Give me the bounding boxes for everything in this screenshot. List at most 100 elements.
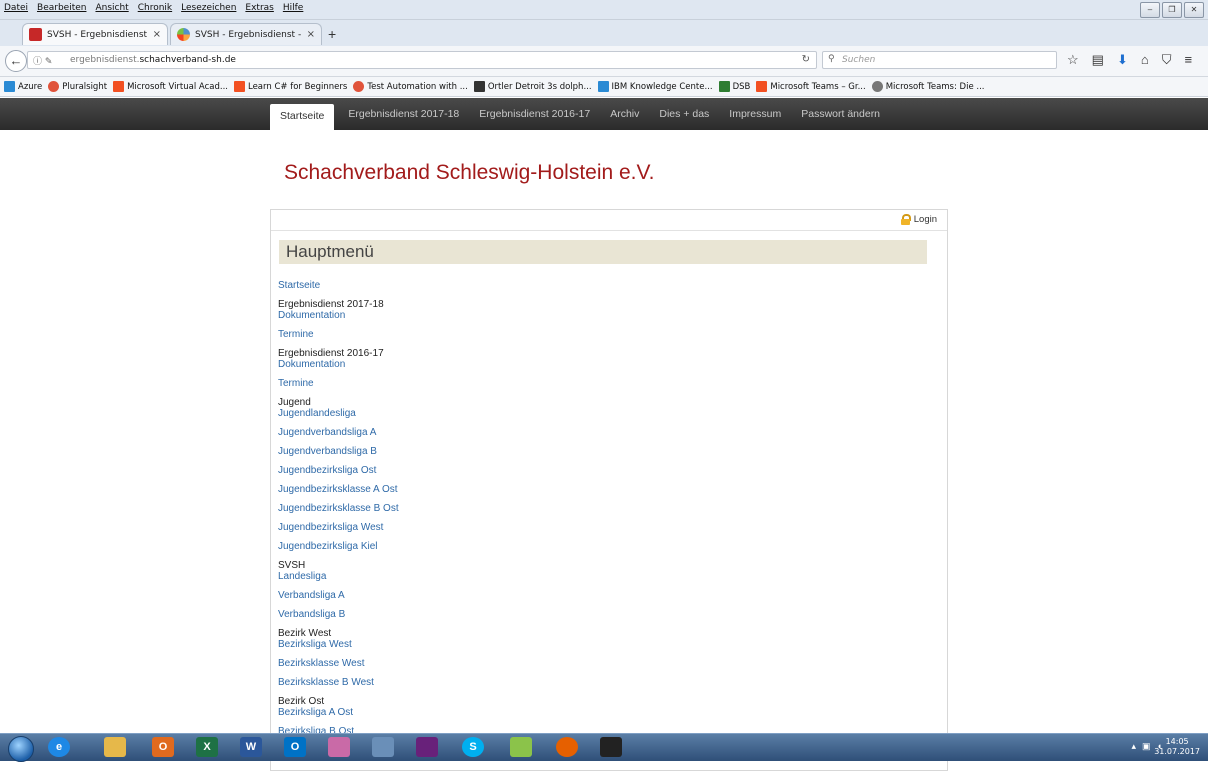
menu-link[interactable]: Termine: [278, 329, 678, 340]
bookmark-favicon-icon: [4, 81, 15, 92]
new-tab-button[interactable]: +: [328, 26, 336, 42]
firefox-icon[interactable]: [556, 737, 578, 757]
bookmark-item[interactable]: Azure: [4, 81, 42, 92]
bookmark-item[interactable]: Test Automation with ...: [353, 81, 468, 92]
bookmark-favicon-icon: [233, 81, 245, 92]
menu-items: Datei Bearbeiten Ansicht Chronik Lesezei…: [4, 3, 303, 13]
menu-bearbeiten[interactable]: Bearbeiten: [37, 3, 86, 13]
menu-link[interactable]: Jugendverbandsliga A: [278, 427, 678, 438]
menu-link[interactable]: Jugendverbandsliga B: [278, 446, 678, 457]
back-arrow-icon[interactable]: ←: [5, 50, 27, 72]
menu-link[interactable]: Bezirksliga A Ost: [278, 707, 678, 718]
bookmarks-list-icon[interactable]: ▤: [1092, 52, 1104, 68]
menu-ansicht[interactable]: Ansicht: [95, 3, 128, 13]
menu-link[interactable]: Bezirksklasse B West: [278, 677, 678, 688]
restore-button[interactable]: ❐: [1162, 2, 1182, 18]
tab-close-icon[interactable]: ×: [307, 29, 315, 40]
menu-link[interactable]: Dokumentation: [278, 359, 678, 370]
download-icon[interactable]: ⬇: [1117, 52, 1128, 68]
main-menu-heading: Hauptmenü: [279, 240, 927, 264]
menu-link[interactable]: Jugendbezirksliga West: [278, 522, 678, 533]
bookmark-item[interactable]: Microsoft Teams: Die ...: [871, 81, 985, 92]
tray-arrow-icon[interactable]: ▴: [1132, 741, 1137, 752]
reload-icon[interactable]: ↻: [802, 54, 810, 65]
menu-section-heading: SVSH: [278, 560, 306, 571]
explorer-icon[interactable]: [104, 737, 126, 757]
excel-icon[interactable]: X: [196, 737, 218, 757]
bookmarks-bar: Azure Pluralsight Microsoft Virtual Acad..…: [0, 77, 1208, 97]
nav-ergebnisdienst-2017-18[interactable]: Ergebnisdienst 2017-18: [338, 98, 469, 130]
menu-chronik[interactable]: Chronik: [138, 3, 172, 13]
settings-icon[interactable]: [372, 737, 394, 757]
bookmark-label: DSB: [732, 81, 751, 92]
menu-section-heading: Jugend: [278, 397, 311, 408]
menu-link[interactable]: Jugendbezirksklasse B Ost: [278, 503, 678, 514]
menu-lesezeichen[interactable]: Lesezeichen: [181, 3, 236, 13]
minimize-button[interactable]: –: [1140, 2, 1160, 18]
menu-link[interactable]: Landesliga: [278, 571, 678, 582]
search-input[interactable]: ⚲ Suchen: [822, 51, 1057, 69]
start-button[interactable]: [8, 736, 34, 762]
nav-archiv[interactable]: Archiv: [600, 98, 649, 130]
bookmark-item[interactable]: Ortler Detroit 3s dolph...: [473, 81, 592, 92]
tab-close-icon[interactable]: ×: [153, 29, 161, 40]
home-icon[interactable]: ⌂: [1141, 52, 1149, 68]
bookmark-label: Learn C# for Beginners: [247, 81, 348, 92]
word-icon[interactable]: W: [240, 737, 262, 757]
nav-ergebnisdienst-2016-17[interactable]: Ergebnisdienst 2016-17: [469, 98, 600, 130]
app-icon[interactable]: [600, 737, 622, 757]
menu-extras[interactable]: Extras: [245, 3, 273, 13]
tab-svsh-admin[interactable]: SVSH - Ergebnisdienst - Adm ×: [170, 23, 322, 45]
menu-link[interactable]: Bezirksklasse West: [278, 658, 678, 669]
pocket-icon[interactable]: ⛉: [1162, 52, 1172, 68]
login-link[interactable]: Login: [900, 214, 937, 225]
ie-icon[interactable]: e: [48, 737, 70, 757]
menu-link[interactable]: Jugendbezirksklasse A Ost: [278, 484, 678, 495]
bookmark-favicon-icon: [718, 81, 730, 92]
bookmark-item[interactable]: Microsoft Teams – Gr...: [756, 81, 866, 92]
address-bar[interactable]: ⓘ ✎ ergebnisdienst.schachverband-sh.de ↻: [27, 51, 817, 69]
bookmark-favicon-icon: [473, 81, 485, 92]
close-window-button[interactable]: ✕: [1184, 2, 1204, 18]
menu-link[interactable]: Startseite: [278, 280, 678, 291]
nav-dies-das[interactable]: Dies + das: [649, 98, 719, 130]
joomla-favicon-icon: [177, 28, 190, 41]
main-menu-list: Startseite Ergebnisdienst 2017-18 Dokument…: [278, 280, 678, 745]
menu-link[interactable]: Termine: [278, 378, 678, 389]
nav-passwort-aendern[interactable]: Passwort ändern: [791, 98, 890, 130]
menu-link[interactable]: Jugendlandesliga: [278, 408, 678, 419]
nav-impressum[interactable]: Impressum: [719, 98, 791, 130]
bookmark-star-icon[interactable]: ☆: [1067, 52, 1079, 68]
site-info-icon[interactable]: ⓘ ✎: [33, 54, 52, 67]
bookmark-item[interactable]: Pluralsight: [48, 81, 107, 92]
tab-svsh-ergebnisdienst[interactable]: SVSH - Ergebnisdienst - SVSH ×: [22, 23, 168, 45]
nav-startseite[interactable]: Startseite: [270, 104, 335, 130]
svsh-favicon-icon: [29, 28, 42, 41]
site-navigation: Startseite Ergebnisdienst 2017-18 Ergebn…: [0, 98, 1208, 130]
outlook-icon[interactable]: O: [284, 737, 306, 757]
menu-link[interactable]: Jugendbezirksliga Kiel: [278, 541, 678, 552]
menu-link[interactable]: Verbandsliga A: [278, 590, 678, 601]
media-icon[interactable]: O: [152, 737, 174, 757]
menu-link[interactable]: Verbandsliga B: [278, 609, 678, 620]
menu-link[interactable]: Bezirksliga West: [278, 639, 678, 650]
bookmark-item[interactable]: DSB: [718, 81, 751, 92]
visual-studio-icon[interactable]: [416, 737, 438, 757]
tab-title: SVSH - Ergebnisdienst - Adm: [195, 29, 302, 40]
menu-section-heading: Bezirk West: [278, 628, 332, 639]
network-icon[interactable]: ▣: [1142, 741, 1151, 752]
menu-link[interactable]: Dokumentation: [278, 310, 678, 321]
clock[interactable]: 14:05 31.07.2017: [1154, 737, 1200, 757]
skype-icon[interactable]: S: [462, 737, 484, 757]
menu-datei[interactable]: Datei: [4, 3, 28, 13]
menu-hilfe[interactable]: Hilfe: [283, 3, 303, 13]
clock-date: 31.07.2017: [1154, 747, 1200, 756]
bookmark-item[interactable]: Learn C# for Beginners: [233, 81, 348, 92]
bookmark-item[interactable]: Microsoft Virtual Acad...: [113, 81, 228, 92]
bookmark-item[interactable]: IBM Knowledge Cente...: [597, 81, 713, 92]
menu-link[interactable]: Jugendbezirksliga Ost: [278, 465, 678, 476]
notepad-icon[interactable]: [510, 737, 532, 757]
browser-menubar: Datei Bearbeiten Ansicht Chronik Lesezei…: [0, 0, 1208, 20]
paint-icon[interactable]: [328, 737, 350, 757]
hamburger-menu-icon[interactable]: ≡: [1184, 52, 1192, 68]
